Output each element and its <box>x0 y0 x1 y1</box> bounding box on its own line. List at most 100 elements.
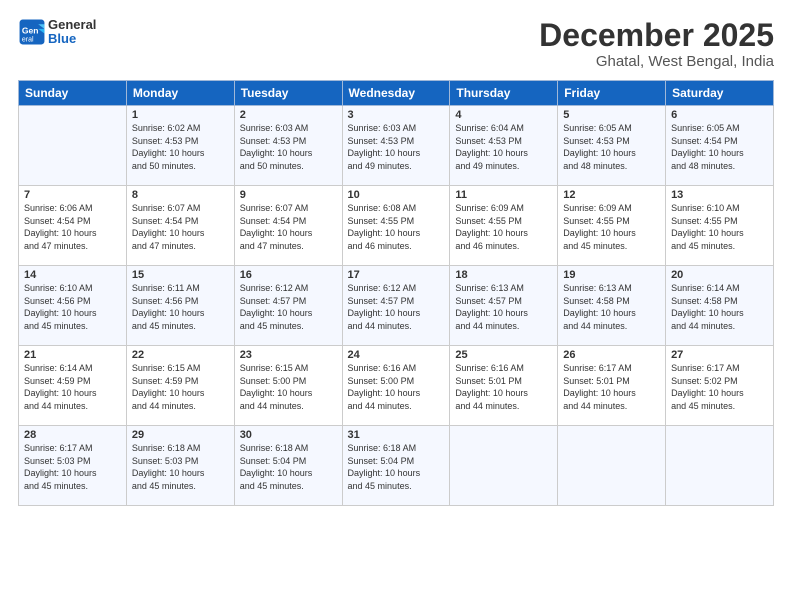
day-number: 7 <box>24 189 121 201</box>
calendar-cell: 30Sunrise: 6:18 AMSunset: 5:04 PMDayligh… <box>234 426 342 506</box>
calendar-cell: 25Sunrise: 6:16 AMSunset: 5:01 PMDayligh… <box>450 346 558 426</box>
calendar-cell: 6Sunrise: 6:05 AMSunset: 4:54 PMDaylight… <box>666 106 774 186</box>
calendar-cell: 14Sunrise: 6:10 AMSunset: 4:56 PMDayligh… <box>19 266 127 346</box>
day-info: Sunrise: 6:12 AMSunset: 4:57 PMDaylight:… <box>348 282 445 332</box>
calendar-cell: 17Sunrise: 6:12 AMSunset: 4:57 PMDayligh… <box>342 266 450 346</box>
calendar-cell: 2Sunrise: 6:03 AMSunset: 4:53 PMDaylight… <box>234 106 342 186</box>
calendar-table: SundayMondayTuesdayWednesdayThursdayFrid… <box>18 80 774 506</box>
calendar-cell: 3Sunrise: 6:03 AMSunset: 4:53 PMDaylight… <box>342 106 450 186</box>
calendar-cell: 21Sunrise: 6:14 AMSunset: 4:59 PMDayligh… <box>19 346 127 426</box>
calendar-cell: 22Sunrise: 6:15 AMSunset: 4:59 PMDayligh… <box>126 346 234 426</box>
page: Gen eral General Blue December 2025 Ghat… <box>0 0 792 612</box>
day-number: 11 <box>455 189 552 201</box>
header: Gen eral General Blue December 2025 Ghat… <box>18 18 774 70</box>
day-number: 29 <box>132 429 229 441</box>
day-number: 3 <box>348 109 445 121</box>
calendar-cell: 7Sunrise: 6:06 AMSunset: 4:54 PMDaylight… <box>19 186 127 266</box>
day-number: 19 <box>563 269 660 281</box>
day-number: 15 <box>132 269 229 281</box>
calendar-cell: 8Sunrise: 6:07 AMSunset: 4:54 PMDaylight… <box>126 186 234 266</box>
day-info: Sunrise: 6:10 AMSunset: 4:56 PMDaylight:… <box>24 282 121 332</box>
calendar-cell: 27Sunrise: 6:17 AMSunset: 5:02 PMDayligh… <box>666 346 774 426</box>
day-number: 4 <box>455 109 552 121</box>
calendar-cell: 20Sunrise: 6:14 AMSunset: 4:58 PMDayligh… <box>666 266 774 346</box>
calendar-cell: 9Sunrise: 6:07 AMSunset: 4:54 PMDaylight… <box>234 186 342 266</box>
day-number: 17 <box>348 269 445 281</box>
day-info: Sunrise: 6:18 AMSunset: 5:04 PMDaylight:… <box>348 442 445 492</box>
day-number: 26 <box>563 349 660 361</box>
weekday-header: Saturday <box>666 81 774 106</box>
calendar-cell <box>558 426 666 506</box>
calendar-cell <box>19 106 127 186</box>
day-info: Sunrise: 6:09 AMSunset: 4:55 PMDaylight:… <box>563 202 660 252</box>
day-number: 10 <box>348 189 445 201</box>
day-info: Sunrise: 6:07 AMSunset: 4:54 PMDaylight:… <box>240 202 337 252</box>
day-info: Sunrise: 6:17 AMSunset: 5:03 PMDaylight:… <box>24 442 121 492</box>
calendar-cell <box>666 426 774 506</box>
day-info: Sunrise: 6:18 AMSunset: 5:03 PMDaylight:… <box>132 442 229 492</box>
day-info: Sunrise: 6:03 AMSunset: 4:53 PMDaylight:… <box>240 122 337 172</box>
day-number: 9 <box>240 189 337 201</box>
calendar-cell: 16Sunrise: 6:12 AMSunset: 4:57 PMDayligh… <box>234 266 342 346</box>
calendar-cell: 19Sunrise: 6:13 AMSunset: 4:58 PMDayligh… <box>558 266 666 346</box>
day-info: Sunrise: 6:02 AMSunset: 4:53 PMDaylight:… <box>132 122 229 172</box>
day-info: Sunrise: 6:15 AMSunset: 4:59 PMDaylight:… <box>132 362 229 412</box>
calendar-week-row: 28Sunrise: 6:17 AMSunset: 5:03 PMDayligh… <box>19 426 774 506</box>
month-title: December 2025 <box>539 18 774 53</box>
day-info: Sunrise: 6:14 AMSunset: 4:59 PMDaylight:… <box>24 362 121 412</box>
day-info: Sunrise: 6:05 AMSunset: 4:54 PMDaylight:… <box>671 122 768 172</box>
calendar-cell: 26Sunrise: 6:17 AMSunset: 5:01 PMDayligh… <box>558 346 666 426</box>
weekday-header-row: SundayMondayTuesdayWednesdayThursdayFrid… <box>19 81 774 106</box>
day-info: Sunrise: 6:10 AMSunset: 4:55 PMDaylight:… <box>671 202 768 252</box>
calendar-cell: 5Sunrise: 6:05 AMSunset: 4:53 PMDaylight… <box>558 106 666 186</box>
day-number: 28 <box>24 429 121 441</box>
day-number: 6 <box>671 109 768 121</box>
day-number: 12 <box>563 189 660 201</box>
calendar-cell: 10Sunrise: 6:08 AMSunset: 4:55 PMDayligh… <box>342 186 450 266</box>
day-info: Sunrise: 6:07 AMSunset: 4:54 PMDaylight:… <box>132 202 229 252</box>
calendar-cell: 1Sunrise: 6:02 AMSunset: 4:53 PMDaylight… <box>126 106 234 186</box>
day-number: 14 <box>24 269 121 281</box>
day-number: 16 <box>240 269 337 281</box>
weekday-header: Sunday <box>19 81 127 106</box>
calendar-week-row: 1Sunrise: 6:02 AMSunset: 4:53 PMDaylight… <box>19 106 774 186</box>
day-info: Sunrise: 6:05 AMSunset: 4:53 PMDaylight:… <box>563 122 660 172</box>
calendar-cell: 4Sunrise: 6:04 AMSunset: 4:53 PMDaylight… <box>450 106 558 186</box>
svg-text:Gen: Gen <box>22 26 39 36</box>
calendar-cell: 31Sunrise: 6:18 AMSunset: 5:04 PMDayligh… <box>342 426 450 506</box>
weekday-header: Wednesday <box>342 81 450 106</box>
day-number: 25 <box>455 349 552 361</box>
logo-line1: General <box>48 17 96 32</box>
day-info: Sunrise: 6:04 AMSunset: 4:53 PMDaylight:… <box>455 122 552 172</box>
weekday-header: Thursday <box>450 81 558 106</box>
day-info: Sunrise: 6:16 AMSunset: 5:01 PMDaylight:… <box>455 362 552 412</box>
day-number: 8 <box>132 189 229 201</box>
logo: Gen eral General Blue <box>18 18 96 47</box>
calendar-cell: 24Sunrise: 6:16 AMSunset: 5:00 PMDayligh… <box>342 346 450 426</box>
day-info: Sunrise: 6:03 AMSunset: 4:53 PMDaylight:… <box>348 122 445 172</box>
day-number: 2 <box>240 109 337 121</box>
day-info: Sunrise: 6:12 AMSunset: 4:57 PMDaylight:… <box>240 282 337 332</box>
weekday-header: Friday <box>558 81 666 106</box>
calendar-cell: 12Sunrise: 6:09 AMSunset: 4:55 PMDayligh… <box>558 186 666 266</box>
calendar-cell: 11Sunrise: 6:09 AMSunset: 4:55 PMDayligh… <box>450 186 558 266</box>
calendar-cell: 18Sunrise: 6:13 AMSunset: 4:57 PMDayligh… <box>450 266 558 346</box>
day-number: 31 <box>348 429 445 441</box>
calendar-cell: 15Sunrise: 6:11 AMSunset: 4:56 PMDayligh… <box>126 266 234 346</box>
day-number: 30 <box>240 429 337 441</box>
day-info: Sunrise: 6:08 AMSunset: 4:55 PMDaylight:… <box>348 202 445 252</box>
title-block: December 2025 Ghatal, West Bengal, India <box>539 18 774 70</box>
location-subtitle: Ghatal, West Bengal, India <box>539 53 774 70</box>
calendar-week-row: 7Sunrise: 6:06 AMSunset: 4:54 PMDaylight… <box>19 186 774 266</box>
day-number: 5 <box>563 109 660 121</box>
calendar-cell: 13Sunrise: 6:10 AMSunset: 4:55 PMDayligh… <box>666 186 774 266</box>
day-number: 24 <box>348 349 445 361</box>
day-number: 23 <box>240 349 337 361</box>
calendar-cell: 28Sunrise: 6:17 AMSunset: 5:03 PMDayligh… <box>19 426 127 506</box>
day-number: 20 <box>671 269 768 281</box>
day-number: 13 <box>671 189 768 201</box>
day-number: 21 <box>24 349 121 361</box>
logo-text: General Blue <box>48 18 96 47</box>
calendar-cell <box>450 426 558 506</box>
day-info: Sunrise: 6:13 AMSunset: 4:57 PMDaylight:… <box>455 282 552 332</box>
